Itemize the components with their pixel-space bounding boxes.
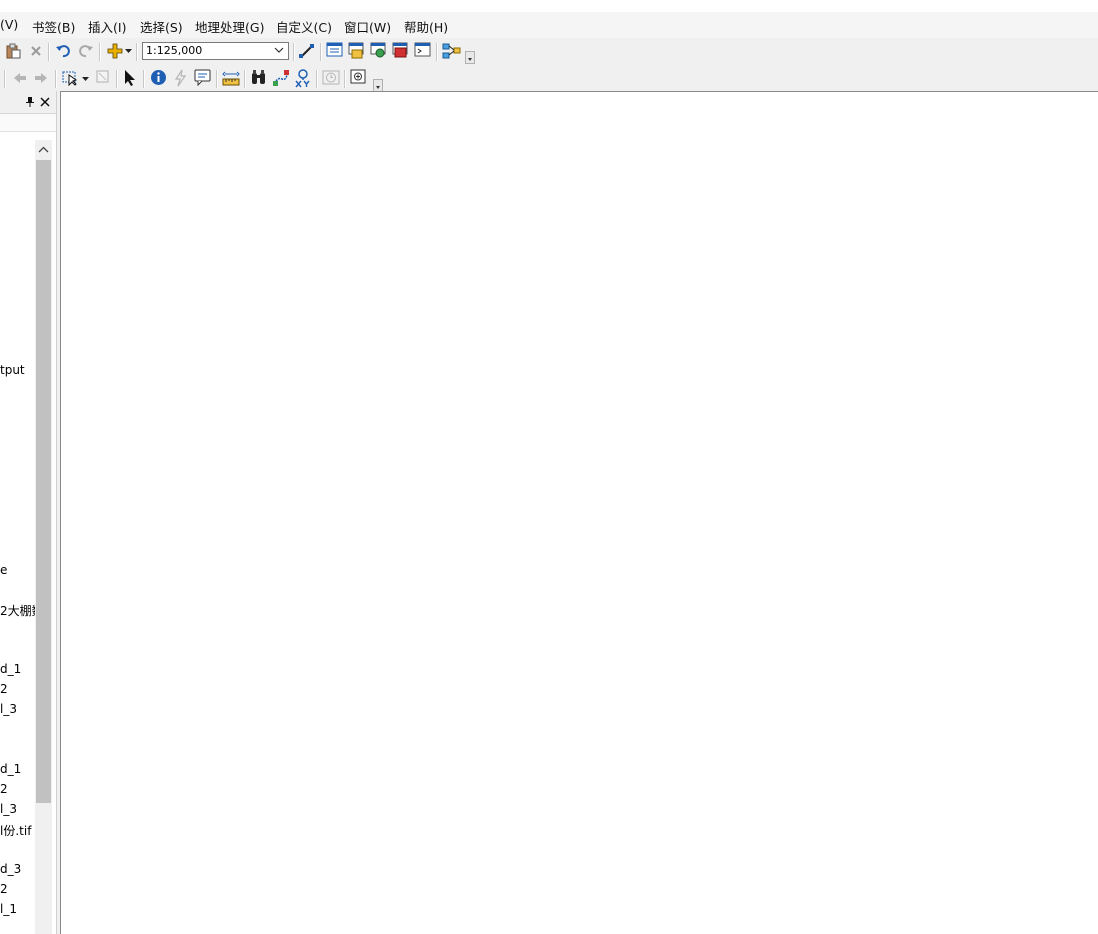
toolbar-separator — [136, 43, 138, 61]
go-back-extent-icon[interactable] — [12, 71, 28, 85]
identify-icon[interactable] — [150, 69, 167, 86]
scroll-up-icon[interactable] — [38, 146, 49, 153]
delete-icon[interactable] — [29, 44, 43, 58]
toolbar-separator — [216, 70, 218, 88]
toolbar-separator — [99, 43, 101, 61]
modelbuilder-icon[interactable] — [442, 42, 462, 60]
toc-layer-item[interactable]: 2 — [0, 882, 8, 896]
select-features-icon[interactable] — [62, 70, 80, 86]
toolbar-separator — [436, 43, 438, 61]
select-dropdown-icon[interactable] — [82, 77, 89, 82]
toolbar-separator — [55, 70, 57, 88]
toolbar-separator — [316, 70, 318, 88]
undo-icon[interactable] — [55, 43, 71, 59]
find-route-icon[interactable] — [272, 69, 290, 87]
standard-toolbar: 1:125,000 — [0, 38, 1098, 65]
paste-icon[interactable] — [5, 43, 21, 59]
menu-bar: (V) 书签(B) 插入(I) 选择(S) 地理处理(G) 自定义(C) 窗口(… — [0, 12, 1098, 38]
toc-layer-item[interactable]: l_1 — [0, 902, 17, 916]
menu-insert[interactable]: 插入(I) — [88, 17, 126, 36]
toolbar-separator — [4, 70, 6, 88]
toc-toolbar — [0, 114, 56, 132]
table-of-contents-icon[interactable] — [326, 42, 343, 58]
go-forward-extent-icon[interactable] — [33, 71, 49, 85]
time-slider-icon[interactable] — [322, 69, 340, 86]
scrollbar-thumb[interactable] — [36, 160, 51, 803]
hyperlink-icon[interactable] — [172, 69, 188, 87]
toolbar-separator — [293, 43, 295, 61]
toc-layer-item[interactable]: d_1 — [0, 662, 21, 676]
catalog-icon[interactable] — [348, 42, 365, 59]
toc-layer-item[interactable]: l份.tif — [0, 822, 31, 839]
toc-panel-header — [0, 91, 56, 114]
map-display[interactable] — [60, 91, 1098, 934]
toolbar-options-icon[interactable] — [465, 51, 475, 64]
toolbar-separator — [244, 70, 246, 88]
window-top-strip — [0, 0, 1098, 12]
measure-icon[interactable] — [222, 69, 240, 86]
toc-layer-item[interactable]: l_3 — [0, 802, 17, 816]
tools-toolbar — [0, 65, 1098, 92]
toc-layer-item[interactable]: 2 — [0, 782, 8, 796]
toc-layer-item[interactable]: tput — [0, 363, 25, 377]
python-window-icon[interactable] — [414, 42, 431, 58]
toolbar-separator — [344, 70, 346, 88]
toolbar-separator — [320, 43, 322, 61]
html-popup-icon[interactable] — [194, 69, 212, 86]
toc-layer-item[interactable]: d_1 — [0, 762, 21, 776]
toc-layer-item[interactable]: l_3 — [0, 702, 17, 716]
toolbar-separator — [143, 70, 145, 88]
search-window-icon[interactable] — [370, 42, 387, 59]
toc-layer-item[interactable]: 2 — [0, 682, 8, 696]
add-data-dropdown-icon[interactable] — [125, 49, 132, 54]
menu-windows[interactable]: 窗口(W) — [344, 17, 391, 36]
find-icon[interactable] — [250, 69, 267, 86]
menu-help[interactable]: 帮助(H) — [404, 17, 448, 36]
close-icon[interactable] — [40, 97, 50, 107]
menu-bookmarks[interactable]: 书签(B) — [32, 17, 75, 36]
menu-geoprocessing[interactable]: 地理处理(G) — [195, 17, 264, 36]
table-of-contents-panel: tput e 2大棚数 d_1 2 l_3 d_1 2 l_3 l份.tif d… — [0, 91, 57, 934]
clear-selection-icon[interactable] — [96, 70, 110, 84]
add-data-icon[interactable] — [106, 42, 124, 60]
pin-icon[interactable] — [25, 96, 35, 108]
menu-customize[interactable]: 自定义(C) — [276, 17, 332, 36]
toolbar-separator — [48, 43, 50, 61]
go-to-xy-icon[interactable] — [294, 69, 312, 88]
menu-view[interactable]: (V) — [0, 17, 18, 32]
toc-vertical-scrollbar[interactable] — [35, 140, 52, 934]
create-viewer-window-icon[interactable] — [350, 69, 368, 86]
map-scale-value: 1:125,000 — [146, 44, 203, 57]
editor-toolbar-icon[interactable] — [298, 43, 316, 59]
toolbar-separator — [116, 70, 118, 88]
toc-layer-item[interactable]: d_3 — [0, 862, 21, 876]
toc-layer-item[interactable]: e — [0, 563, 7, 577]
arctoolbox-icon[interactable] — [392, 42, 409, 59]
select-elements-icon[interactable] — [123, 69, 137, 87]
menu-selection[interactable]: 选择(S) — [140, 17, 183, 36]
redo-icon[interactable] — [78, 43, 94, 59]
map-scale-combo[interactable]: 1:125,000 — [142, 42, 289, 60]
chevron-down-icon[interactable] — [274, 47, 284, 54]
